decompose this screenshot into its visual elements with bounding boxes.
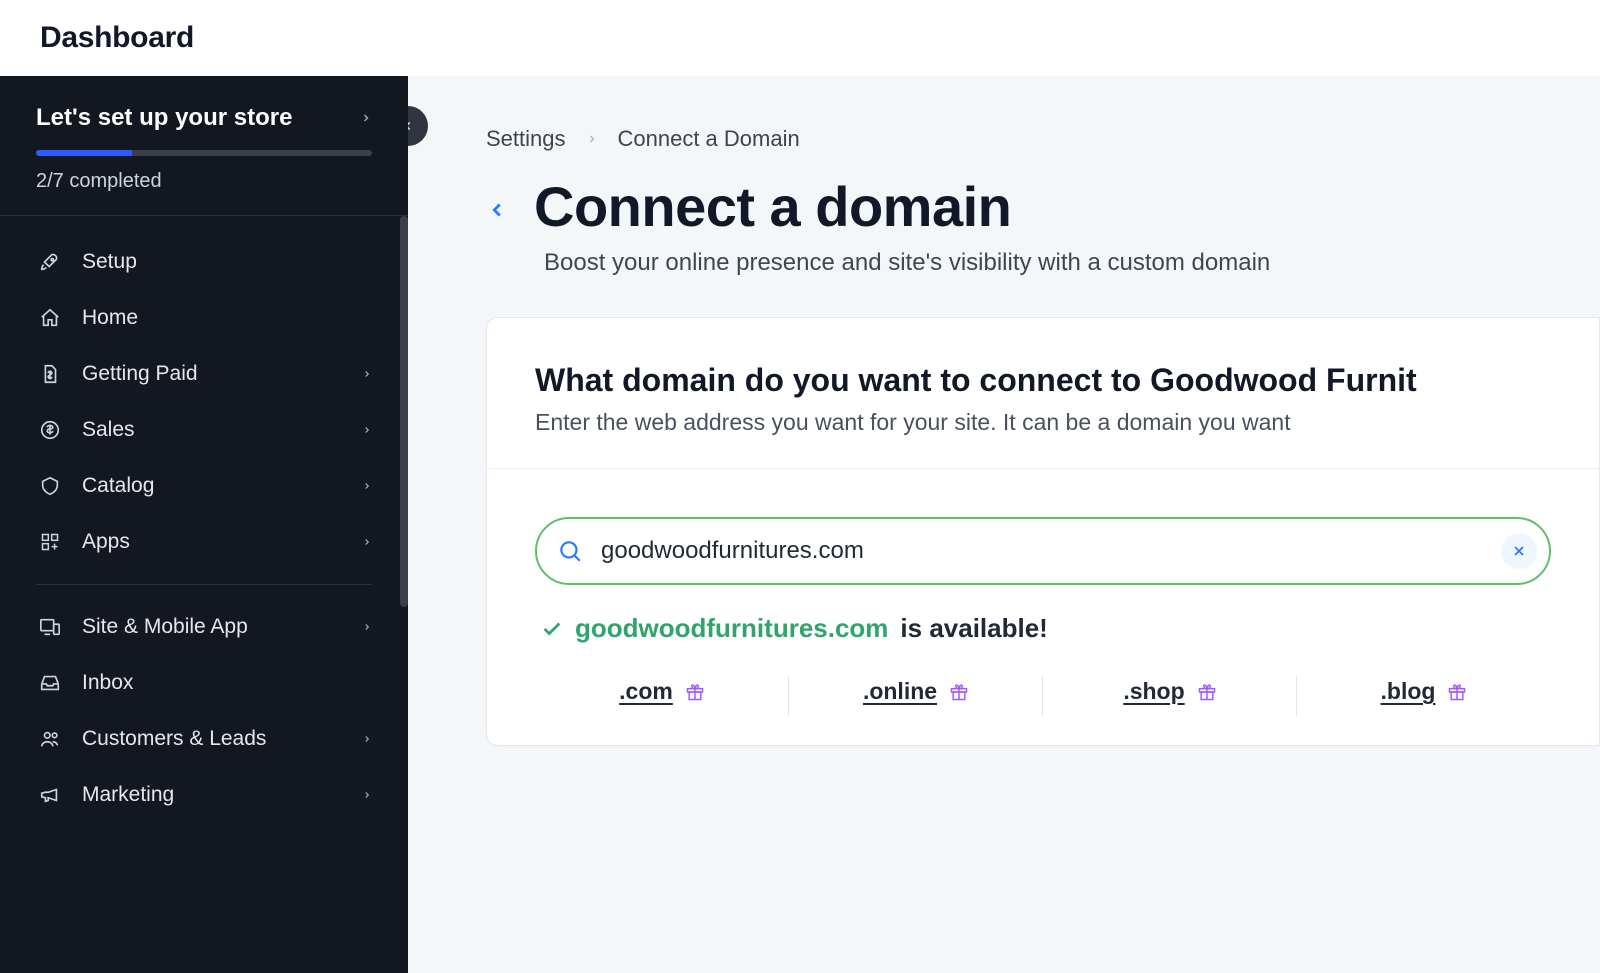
sidebar-item-label: Site & Mobile App <box>82 615 362 639</box>
home-icon <box>36 304 64 332</box>
sidebar-item-site-mobile[interactable]: Site & Mobile App <box>20 599 388 655</box>
breadcrumb-root[interactable]: Settings <box>486 126 566 152</box>
search-icon <box>557 538 583 564</box>
sidebar-item-apps[interactable]: Apps <box>20 514 388 570</box>
gift-icon <box>1447 682 1467 702</box>
sidebar-divider <box>36 584 372 585</box>
gift-icon <box>1197 682 1217 702</box>
tld-option-com[interactable]: .com <box>535 678 789 705</box>
sidebar-item-label: Getting Paid <box>82 362 362 386</box>
setup-card[interactable]: Let's set up your store 2/7 completed <box>0 76 408 216</box>
chevron-right-icon <box>362 422 372 438</box>
inbox-icon <box>36 669 64 697</box>
customers-icon <box>36 725 64 753</box>
sidebar-item-customers[interactable]: Customers & Leads <box>20 711 388 767</box>
tld-option-shop[interactable]: .shop <box>1043 678 1297 705</box>
chevron-right-icon <box>362 534 372 550</box>
sidebar-item-label: Setup <box>82 250 372 274</box>
sidebar-item-label: Sales <box>82 418 362 442</box>
tld-label: .online <box>863 678 937 705</box>
marketing-icon <box>36 781 64 809</box>
sidebar-item-label: Home <box>82 306 372 330</box>
chevron-right-icon <box>362 731 372 747</box>
tld-suggestions: .com .online .shop <box>535 678 1551 705</box>
progress-track <box>36 150 372 156</box>
breadcrumb: Settings Connect a Domain <box>486 126 1600 152</box>
rocket-icon <box>36 248 64 276</box>
clear-input-button[interactable] <box>1501 533 1537 569</box>
gift-icon <box>685 682 705 702</box>
progress-text: 2/7 completed <box>36 170 372 193</box>
tld-option-blog[interactable]: .blog <box>1297 678 1551 705</box>
available-text: is available! <box>900 613 1047 644</box>
apps-icon <box>36 528 64 556</box>
domain-input[interactable] <box>597 527 1487 575</box>
back-button[interactable] <box>486 193 508 221</box>
tld-label: .com <box>619 678 673 705</box>
sidebar-item-setup[interactable]: Setup <box>20 234 388 290</box>
catalog-icon <box>36 472 64 500</box>
chevron-right-icon <box>362 366 372 382</box>
sidebar-item-sales[interactable]: Sales <box>20 402 388 458</box>
availability-row: goodwoodfurnitures.com is available! <box>541 613 1551 644</box>
sidebar: Let's set up your store 2/7 completed Se… <box>0 76 408 973</box>
breadcrumb-current: Connect a Domain <box>618 126 800 152</box>
sidebar-item-label: Inbox <box>82 671 372 695</box>
check-icon <box>541 618 563 640</box>
paid-icon <box>36 360 64 388</box>
chevron-right-icon <box>360 109 372 127</box>
chevron-right-icon <box>586 131 598 147</box>
sales-icon <box>36 416 64 444</box>
devices-icon <box>36 613 64 641</box>
sidebar-item-getting-paid[interactable]: Getting Paid <box>20 346 388 402</box>
content-row: Let's set up your store 2/7 completed Se… <box>0 76 1600 973</box>
page-subtitle: Boost your online presence and site's vi… <box>544 249 1600 277</box>
sidebar-item-label: Customers & Leads <box>82 727 362 751</box>
sidebar-item-home[interactable]: Home <box>20 290 388 346</box>
domain-input-wrap[interactable] <box>535 517 1551 585</box>
page-title: Connect a domain <box>534 174 1011 239</box>
domain-card: What domain do you want to connect to Go… <box>486 317 1600 746</box>
app-title: Dashboard <box>40 21 194 55</box>
progress-fill <box>36 150 132 156</box>
scrollbar-thumb[interactable] <box>400 216 408 607</box>
chevron-right-icon <box>362 478 372 494</box>
sidebar-item-label: Marketing <box>82 783 362 807</box>
sidebar-item-label: Apps <box>82 530 362 554</box>
sidebar-item-catalog[interactable]: Catalog <box>20 458 388 514</box>
tld-option-online[interactable]: .online <box>789 678 1043 705</box>
sidebar-item-inbox[interactable]: Inbox <box>20 655 388 711</box>
available-domain: goodwoodfurnitures.com <box>575 613 888 644</box>
setup-title: Let's set up your store <box>36 104 292 132</box>
gift-icon <box>949 682 969 702</box>
tld-label: .shop <box>1123 678 1184 705</box>
topbar: Dashboard <box>0 0 1600 76</box>
chevron-right-icon <box>362 787 372 803</box>
sidebar-nav: Setup Home Getting Paid Sales <box>0 216 408 847</box>
main: Settings Connect a Domain Connect a doma… <box>408 76 1600 973</box>
chevron-right-icon <box>362 619 372 635</box>
sidebar-item-marketing[interactable]: Marketing <box>20 767 388 823</box>
card-title: What domain do you want to connect to Go… <box>535 362 1551 399</box>
tld-label: .blog <box>1381 678 1436 705</box>
card-subtitle: Enter the web address you want for your … <box>535 409 1551 436</box>
sidebar-item-label: Catalog <box>82 474 362 498</box>
